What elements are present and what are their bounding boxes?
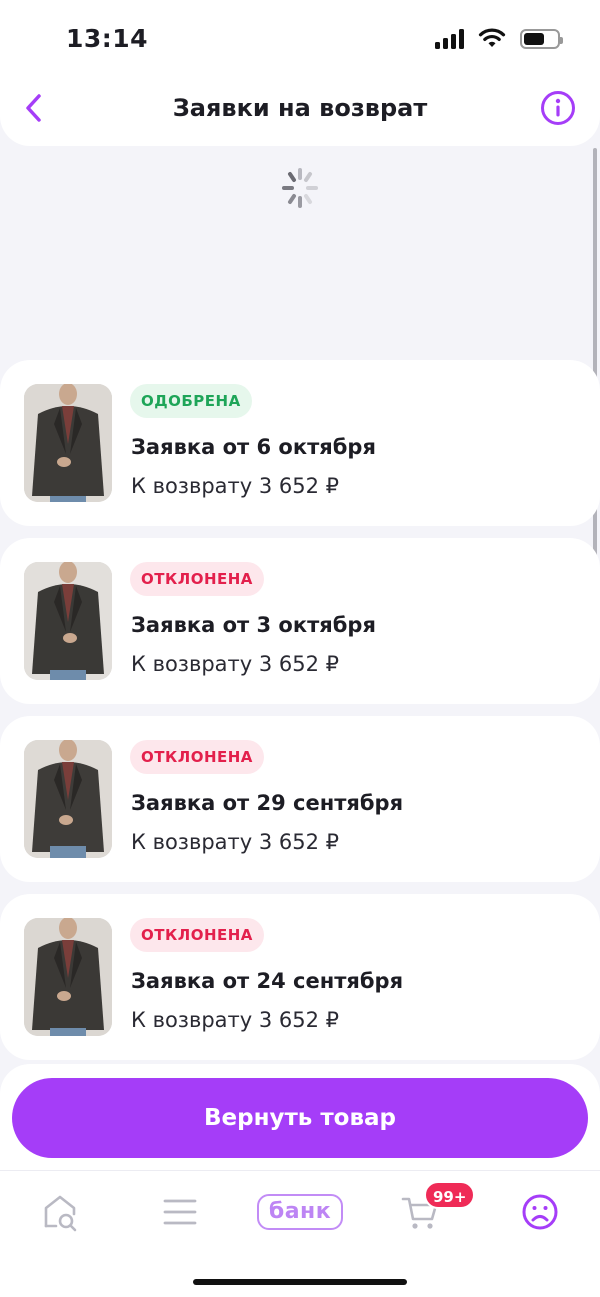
request-title: Заявка от 6 октября — [131, 435, 376, 459]
battery-icon — [520, 29, 563, 49]
status-badge: ОТКЛОНЕНА — [130, 918, 264, 952]
page-title: Заявки на возврат — [172, 94, 428, 122]
tab-bank[interactable]: банк — [256, 1187, 344, 1237]
tab-catalog[interactable] — [140, 1187, 220, 1237]
request-title: Заявка от 29 сентября — [131, 791, 404, 815]
home-indicator — [193, 1279, 407, 1285]
info-icon — [541, 91, 575, 125]
status-time: 13:14 — [66, 24, 149, 53]
profile-icon — [522, 1194, 558, 1230]
refund-amount: К возврату 3 652 ₽ — [131, 1008, 340, 1032]
bottom-tab-bar: банк 99+ — [0, 1170, 600, 1297]
return-item-button[interactable]: Вернуть товар — [12, 1078, 588, 1158]
refund-amount: К возврату 3 652 ₽ — [131, 652, 340, 676]
status-badge: ОТКЛОНЕНА — [130, 740, 264, 774]
return-request-card[interactable]: ОТКЛОНЕНА Заявка от 29 сентября К возвра… — [0, 716, 600, 882]
app-header: Заявки на возврат — [0, 70, 600, 146]
tab-home[interactable] — [20, 1187, 100, 1237]
status-icons — [435, 28, 563, 50]
bank-label: банк — [256, 1194, 344, 1230]
wifi-icon — [478, 28, 506, 47]
status-bar: 13:14 — [0, 0, 600, 80]
cellular-signal-icon — [435, 29, 464, 49]
product-thumbnail — [24, 918, 112, 1036]
status-badge: ОТКЛОНЕНА — [130, 562, 264, 596]
cart-count-badge: 99+ — [424, 1181, 476, 1209]
tab-profile[interactable] — [500, 1187, 580, 1237]
product-thumbnail — [24, 740, 112, 858]
action-area: Вернуть товар — [0, 1064, 600, 1174]
product-thumbnail — [24, 562, 112, 680]
return-request-card[interactable]: ОДОБРЕНА Заявка от 6 октября К возврату … — [0, 360, 600, 526]
catalog-menu-icon — [163, 1199, 197, 1225]
refund-amount: К возврату 3 652 ₽ — [131, 474, 340, 498]
status-badge: ОДОБРЕНА — [130, 384, 252, 418]
return-request-card[interactable]: ОТКЛОНЕНА Заявка от 24 сентября К возвра… — [0, 894, 600, 1060]
return-request-card[interactable]: ОТКЛОНЕНА Заявка от 3 октября К возврату… — [0, 538, 600, 704]
info-button[interactable] — [540, 90, 576, 126]
product-thumbnail — [24, 384, 112, 502]
refund-amount: К возврату 3 652 ₽ — [131, 830, 340, 854]
request-title: Заявка от 24 сентября — [131, 969, 404, 993]
request-title: Заявка от 3 октября — [131, 613, 376, 637]
loading-spinner-icon — [282, 168, 318, 208]
home-search-icon — [44, 1195, 77, 1232]
tab-cart[interactable]: 99+ — [380, 1181, 476, 1237]
